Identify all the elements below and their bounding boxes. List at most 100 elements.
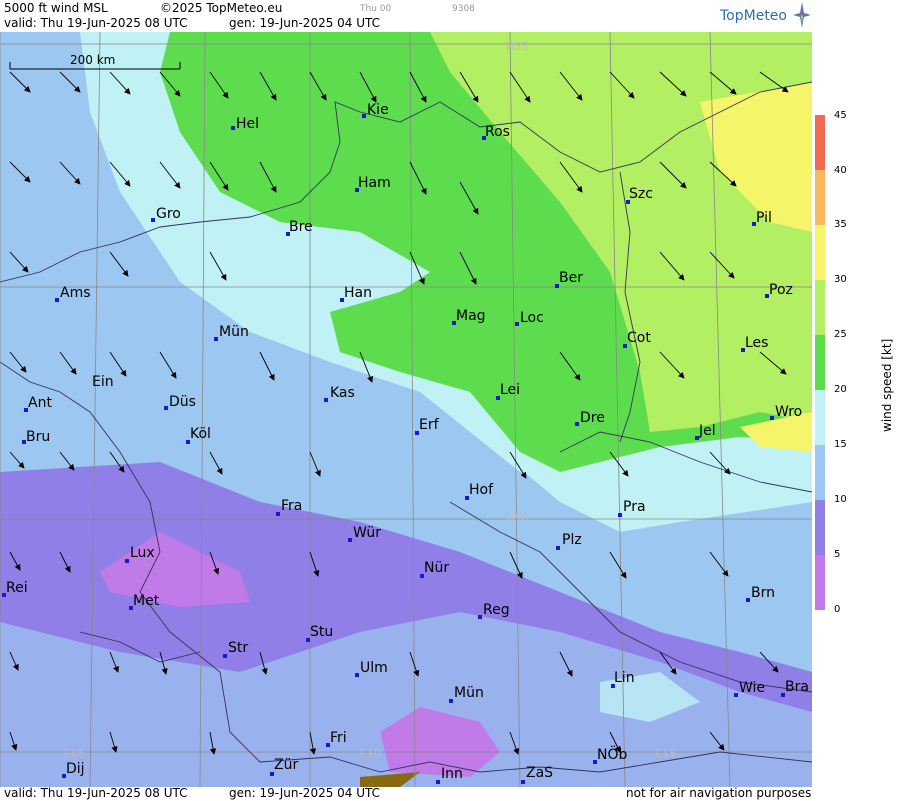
- svg-text:Bre: Bre: [289, 219, 313, 235]
- svg-text:Lux: Lux: [130, 545, 155, 561]
- city-wie: Wie: [734, 680, 765, 697]
- svg-text:Ams: Ams: [60, 285, 91, 301]
- svg-text:Gro: Gro: [156, 206, 181, 222]
- svg-text:Cot: Cot: [627, 330, 651, 346]
- legend-colorbar: [815, 115, 825, 610]
- city-inn: Inn: [436, 766, 463, 784]
- svg-text:Inn: Inn: [441, 766, 463, 782]
- wind-speed-fill: [0, 32, 812, 787]
- city-ant: Ant: [24, 395, 52, 412]
- legend-tick-30: 30: [834, 274, 847, 285]
- city-reg: Reg: [478, 602, 510, 619]
- product-title: 5000 ft wind MSL: [4, 1, 108, 15]
- grid-label-n55: N55: [506, 40, 528, 53]
- legend-tick-5: 5: [834, 549, 841, 560]
- wind-map[interactable]: N55 N50 E05 E10 E15 200 km Hel Kie Ros H…: [0, 32, 812, 787]
- svg-text:Düs: Düs: [169, 394, 196, 410]
- city-ros: Ros: [482, 124, 510, 140]
- city-lux: Lux: [125, 545, 155, 563]
- svg-text:Lin: Lin: [614, 670, 635, 686]
- city-mun-south: Mün: [449, 685, 484, 703]
- city-cot: Cot: [623, 330, 651, 348]
- legend-band-15-20: [815, 390, 825, 445]
- svg-text:Stu: Stu: [310, 624, 333, 640]
- svg-text:Poz: Poz: [769, 282, 793, 298]
- city-loc: Loc: [515, 310, 544, 326]
- city-bru: Bru: [22, 429, 50, 445]
- svg-text:Ber: Ber: [559, 270, 583, 286]
- city-ham: Ham: [355, 175, 391, 192]
- footer-valid: valid: Thu 19-Jun-2025 08 UTC: [4, 786, 188, 800]
- city-mag: Mag: [452, 308, 486, 325]
- city-lin: Lin: [611, 670, 635, 688]
- generated-time: gen: 19-Jun-2025 04 UTC: [229, 16, 381, 30]
- svg-text:Brn: Brn: [751, 585, 775, 601]
- city-mun-north: Mün: [214, 324, 249, 341]
- legend-title: wind speed [kt]: [880, 338, 894, 432]
- header: 5000 ft wind MSL ©2025 TopMeteo.eu Thu 0…: [0, 0, 812, 32]
- svg-text:Str: Str: [228, 640, 248, 656]
- svg-text:Pra: Pra: [623, 499, 646, 515]
- svg-text:Jel: Jel: [698, 423, 716, 439]
- svg-text:ZaS: ZaS: [526, 765, 553, 781]
- svg-text:Mag: Mag: [456, 308, 486, 324]
- logo-text: TopMeteo: [720, 8, 787, 24]
- scale-label: 200 km: [70, 53, 115, 67]
- legend-band-35-40: [815, 170, 825, 225]
- run-label: Thu 00: [360, 4, 392, 14]
- city-wur: Wür: [348, 525, 381, 542]
- svg-text:Nür: Nür: [424, 560, 449, 576]
- city-stu: Stu: [306, 624, 333, 642]
- city-pra: Pra: [618, 499, 646, 517]
- svg-text:Erf: Erf: [419, 417, 440, 433]
- grid-label-n50: N50: [506, 512, 528, 525]
- city-gro: Gro: [151, 206, 181, 222]
- legend-band-10-15: [815, 445, 825, 500]
- svg-text:Fra: Fra: [281, 498, 302, 514]
- city-hel: Hel: [231, 116, 259, 132]
- svg-text:Mün: Mün: [219, 324, 249, 340]
- svg-text:Hof: Hof: [469, 482, 494, 498]
- compass-star-icon: [793, 2, 811, 28]
- svg-text:NÖb: NÖb: [597, 745, 627, 763]
- city-lei: Lei: [496, 382, 520, 400]
- grid-label-e05: E05: [64, 747, 85, 760]
- grid-label-e15: E15: [655, 747, 676, 760]
- city-ulm: Ulm: [355, 660, 388, 677]
- city-nur: Nür: [420, 560, 449, 578]
- city-met: Met: [129, 593, 160, 610]
- svg-text:Dre: Dre: [580, 410, 605, 426]
- valid-time: valid: Thu 19-Jun-2025 08 UTC: [4, 16, 188, 30]
- svg-text:Plz: Plz: [562, 532, 582, 548]
- svg-text:Zür: Zür: [274, 757, 298, 773]
- city-les: Les: [741, 335, 768, 352]
- svg-text:Kas: Kas: [330, 385, 355, 401]
- city-kol: Köl: [186, 426, 211, 444]
- svg-text:Lei: Lei: [500, 382, 520, 398]
- city-poz: Poz: [765, 282, 793, 298]
- city-bra: Bra: [781, 679, 809, 697]
- svg-text:Pil: Pil: [756, 210, 772, 226]
- svg-text:Dij: Dij: [66, 761, 85, 777]
- legend-band-0-5: [815, 555, 825, 610]
- city-nob: NÖb: [593, 745, 627, 764]
- city-hof: Hof: [465, 482, 494, 500]
- svg-text:Ant: Ant: [28, 395, 52, 411]
- city-wro: Wro: [770, 404, 802, 420]
- city-ein: Ein: [92, 374, 114, 390]
- legend-band-5-10: [815, 500, 825, 555]
- city-dre: Dre: [575, 410, 605, 426]
- city-bre: Bre: [286, 219, 313, 236]
- legend-tick-15: 15: [834, 439, 847, 450]
- svg-text:Reg: Reg: [483, 602, 510, 618]
- city-rei: Rei: [2, 580, 28, 597]
- svg-text:Met: Met: [133, 593, 160, 609]
- city-dus: Düs: [164, 394, 196, 410]
- legend-tick-35: 35: [834, 219, 847, 230]
- svg-text:Fri: Fri: [330, 730, 347, 746]
- grid-label-e10: E10: [360, 747, 381, 760]
- city-szc: Szc: [626, 186, 653, 204]
- svg-text:Han: Han: [344, 285, 372, 301]
- legend-band-30-35: [815, 225, 825, 280]
- svg-text:Ros: Ros: [485, 124, 510, 140]
